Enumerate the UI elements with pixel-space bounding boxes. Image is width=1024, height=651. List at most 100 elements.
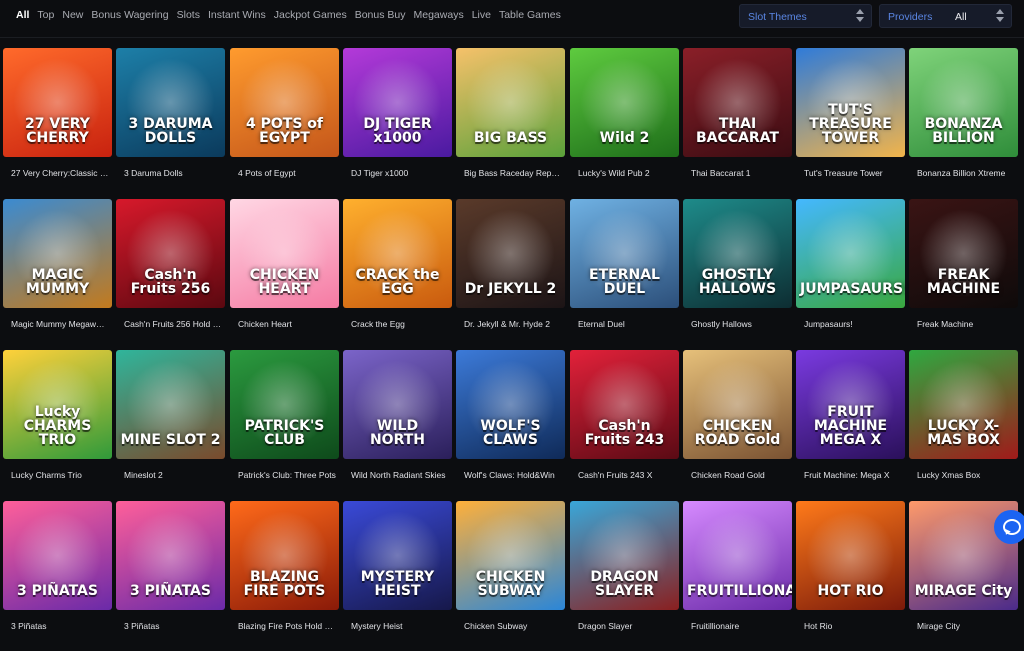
slot-themes-select[interactable]: Slot Themes <box>739 4 872 28</box>
game-thumbnail[interactable]: BIG BASS <box>456 48 565 157</box>
game-logo-text: CHICKEN ROAD Gold <box>694 418 781 448</box>
game-title: Lucky Charms Trio <box>11 470 82 480</box>
game-card[interactable]: TUT'S TREASURE TOWER Tut's Treasure Tower <box>796 48 905 198</box>
game-card[interactable]: MYSTERY HEIST Mystery Heist <box>343 501 452 651</box>
game-thumbnail[interactable]: 3 PIÑATAS <box>116 501 225 610</box>
game-card[interactable]: CHICKEN SUBWAY Chicken Subway <box>456 501 565 651</box>
game-thumbnail[interactable]: JUMPASAURS! <box>796 199 905 308</box>
game-card[interactable]: MINE SLOT 2 Mineslot 2 <box>116 350 225 500</box>
game-card[interactable]: BLAZING FIRE POTS Blazing Fire Pots Hold … <box>230 501 339 651</box>
game-thumbnail[interactable]: DJ TIGER x1000 <box>343 48 452 157</box>
game-thumbnail[interactable]: TUT'S TREASURE TOWER <box>796 48 905 157</box>
sort-caret-icon <box>995 9 1005 23</box>
game-thumbnail[interactable]: CHICKEN SUBWAY <box>456 501 565 610</box>
game-thumbnail[interactable]: LUCKY X-MAS BOX <box>909 350 1018 459</box>
game-card[interactable]: LUCKY X-MAS BOX Lucky Xmas Box <box>909 350 1018 500</box>
game-card[interactable]: Dr JEKYLL 2 Dr. Jekyll & Mr. Hyde 2 <box>456 199 565 349</box>
game-thumbnail[interactable]: MINE SLOT 2 <box>116 350 225 459</box>
game-thumbnail[interactable]: THAI BACCARAT <box>683 48 792 157</box>
game-logo-text: 3 DARUMA DOLLS <box>128 116 213 146</box>
game-thumbnail[interactable]: Cash'n Fruits 243 <box>570 350 679 459</box>
tab-megaways[interactable]: Megaways <box>410 7 468 23</box>
game-thumbnail[interactable]: FREAK MACHINE <box>909 199 1018 308</box>
game-title: Lucky Xmas Box <box>917 470 981 480</box>
game-thumbnail[interactable]: MAGIC MUMMY <box>3 199 112 308</box>
tab-new[interactable]: New <box>58 7 87 23</box>
game-card[interactable]: Lucky CHARMS TRIO Lucky Charms Trio <box>3 350 112 500</box>
game-thumbnail[interactable]: CHICKEN HEART <box>230 199 339 308</box>
game-thumbnail[interactable]: ETERNAL DUEL <box>570 199 679 308</box>
game-card[interactable]: THAI BACCARAT Thai Baccarat 1 <box>683 48 792 198</box>
game-card[interactable]: 27 VERY CHERRY 27 Very Cherry:Classic & J… <box>3 48 112 198</box>
game-card[interactable]: 4 POTS of EGYPT 4 Pots of Egypt <box>230 48 339 198</box>
game-card[interactable]: Cash'n Fruits 256 Cash'n Fruits 256 Hold … <box>116 199 225 349</box>
tab-bonus-wagering[interactable]: Bonus Wagering <box>87 7 172 23</box>
game-thumbnail[interactable]: Lucky CHARMS TRIO <box>3 350 112 459</box>
game-thumbnail[interactable]: DRAGON SLAYER <box>570 501 679 610</box>
game-thumbnail[interactable]: Wild 2 <box>570 48 679 157</box>
game-thumbnail[interactable]: 3 PIÑATAS <box>3 501 112 610</box>
game-card[interactable]: 3 DARUMA DOLLS 3 Daruma Dolls <box>116 48 225 198</box>
game-card[interactable]: DJ TIGER x1000 DJ Tiger x1000 <box>343 48 452 198</box>
game-card[interactable]: CRACK the EGG Crack the Egg <box>343 199 452 349</box>
game-thumbnail[interactable]: WOLF'S CLAWS <box>456 350 565 459</box>
game-logo-text: MYSTERY HEIST <box>360 569 435 599</box>
tab-slots[interactable]: Slots <box>173 7 204 23</box>
game-thumbnail[interactable]: Dr JEKYLL 2 <box>456 199 565 308</box>
game-thumbnail[interactable]: MYSTERY HEIST <box>343 501 452 610</box>
game-thumbnail[interactable]: 3 DARUMA DOLLS <box>116 48 225 157</box>
game-title: DJ Tiger x1000 <box>351 168 409 178</box>
game-title: 27 Very Cherry:Classic & Joker <box>11 168 109 178</box>
game-card[interactable]: 3 PIÑATAS 3 Piñatas <box>116 501 225 651</box>
game-logo-text: THAI BACCARAT <box>696 116 779 146</box>
game-card[interactable]: DRAGON SLAYER Dragon Slayer <box>570 501 679 651</box>
game-thumbnail[interactable]: BLAZING FIRE POTS <box>230 501 339 610</box>
game-thumbnail[interactable]: BONANZA BILLION <box>909 48 1018 157</box>
game-card[interactable]: BIG BASS Big Bass Raceday Repeat <box>456 48 565 198</box>
game-card[interactable]: CHICKEN ROAD Gold Chicken Road Gold <box>683 350 792 500</box>
game-thumbnail[interactable]: GHOSTLY HALLOWS <box>683 199 792 308</box>
game-card[interactable]: GHOSTLY HALLOWS Ghostly Hallows <box>683 199 792 349</box>
game-logo-text: FRUITILLIONAIRE <box>687 583 792 599</box>
game-thumbnail[interactable]: Cash'n Fruits 256 <box>116 199 225 308</box>
tab-all[interactable]: All <box>12 7 33 23</box>
game-logo-text: BONANZA BILLION <box>924 116 1003 146</box>
live-chat-button[interactable] <box>994 510 1024 544</box>
game-card[interactable]: BONANZA BILLION Bonanza Billion Xtreme <box>909 48 1018 198</box>
game-card[interactable]: FRUIT MACHINE MEGA X Fruit Machine: Mega … <box>796 350 905 500</box>
game-card[interactable]: HOT RIO Hot Rio <box>796 501 905 651</box>
top-bar: All Top New Bonus Wagering Slots Instant Wins… <box>0 0 1024 38</box>
game-thumbnail[interactable]: FRUITILLIONAIRE <box>683 501 792 610</box>
game-thumbnail[interactable]: CHICKEN ROAD Gold <box>683 350 792 459</box>
game-card[interactable]: 3 PIÑATAS 3 Piñatas <box>3 501 112 651</box>
game-logo-text: WILD NORTH <box>369 418 426 448</box>
game-card[interactable]: Cash'n Fruits 243 Cash'n Fruits 243 X <box>570 350 679 500</box>
game-card[interactable]: PATRICK'S CLUB Patrick's Club: Three Pots <box>230 350 339 500</box>
tab-live[interactable]: Live <box>468 7 495 23</box>
game-title: Hot Rio <box>804 621 833 631</box>
game-card[interactable]: MAGIC MUMMY Magic Mummy Megaways <box>3 199 112 349</box>
game-thumbnail[interactable]: FRUIT MACHINE MEGA X <box>796 350 905 459</box>
game-logo-text: CHICKEN HEART <box>249 267 320 297</box>
game-thumbnail[interactable]: 4 POTS of EGYPT <box>230 48 339 157</box>
game-logo-text: WOLF'S CLAWS <box>480 418 541 448</box>
game-card[interactable]: FREAK MACHINE Freak Machine <box>909 199 1018 349</box>
providers-select[interactable]: Providers All <box>879 4 1012 28</box>
tab-jackpot-games[interactable]: Jackpot Games <box>270 7 351 23</box>
game-thumbnail[interactable]: WILD NORTH <box>343 350 452 459</box>
game-card[interactable]: ETERNAL DUEL Eternal Duel <box>570 199 679 349</box>
game-thumbnail[interactable]: HOT RIO <box>796 501 905 610</box>
game-card[interactable]: JUMPASAURS! Jumpasaurs! <box>796 199 905 349</box>
game-thumbnail[interactable]: PATRICK'S CLUB <box>230 350 339 459</box>
game-card[interactable]: CHICKEN HEART Chicken Heart <box>230 199 339 349</box>
tab-table-games[interactable]: Table Games <box>495 7 565 23</box>
tab-bonus-buy[interactable]: Bonus Buy <box>351 7 410 23</box>
game-card[interactable]: WILD NORTH Wild North Radiant Skies <box>343 350 452 500</box>
game-thumbnail[interactable]: CRACK the EGG <box>343 199 452 308</box>
game-card[interactable]: WOLF'S CLAWS Wolf's Claws: Hold&Win <box>456 350 565 500</box>
game-card[interactable]: FRUITILLIONAIRE Fruitillionaire <box>683 501 792 651</box>
game-card[interactable]: Wild 2 Lucky's Wild Pub 2 <box>570 48 679 198</box>
tab-instant-wins[interactable]: Instant Wins <box>204 7 270 23</box>
tab-top[interactable]: Top <box>33 7 58 23</box>
game-thumbnail[interactable]: 27 VERY CHERRY <box>3 48 112 157</box>
